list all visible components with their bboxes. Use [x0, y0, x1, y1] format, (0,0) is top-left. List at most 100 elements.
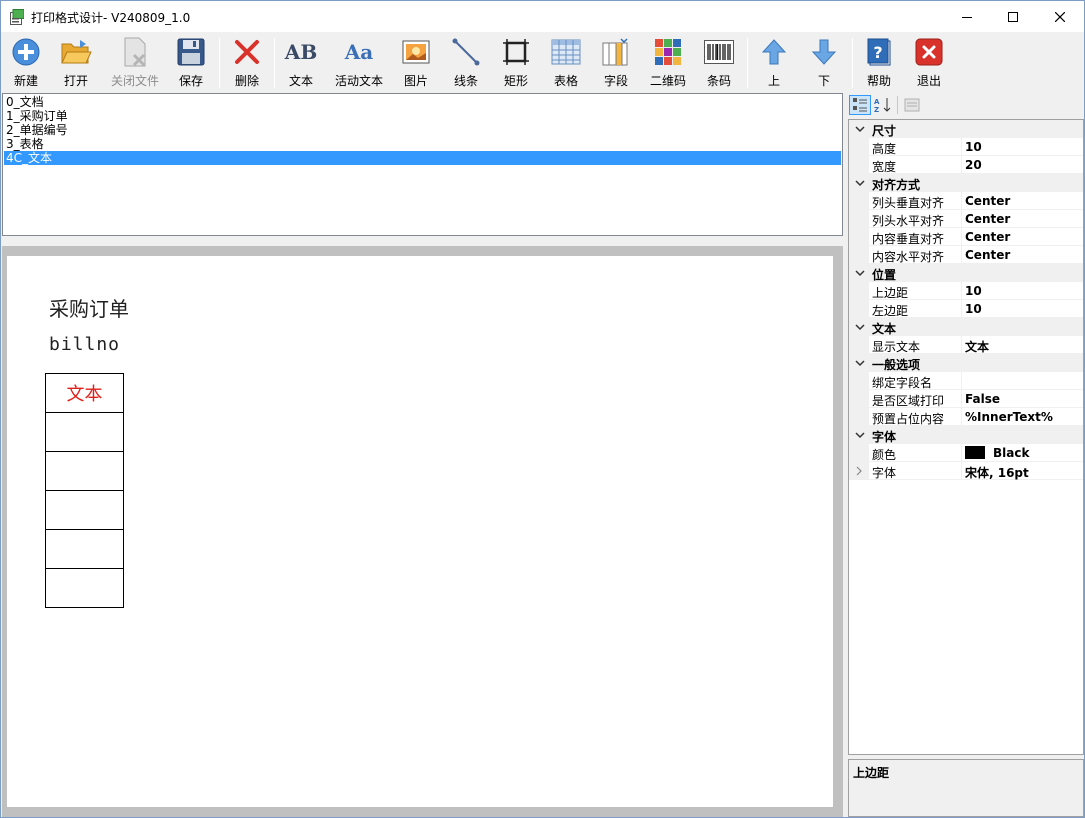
property-category[interactable]: 字体	[849, 426, 1083, 444]
categorized-icon	[853, 98, 867, 112]
property-value-text: Center	[965, 230, 1011, 244]
property-name: 颜色	[872, 448, 897, 462]
layer-list[interactable]: 0_文档 1_采购订单 2_单据编号 3_表格 4C_文本	[2, 93, 843, 236]
property-row[interactable]: 预置占位内容 %InnerText%	[849, 408, 1083, 426]
barcode-icon	[703, 36, 735, 68]
property-category-label: 位置	[872, 268, 897, 282]
property-value[interactable]: Center	[961, 210, 1083, 228]
dynamic-text-button[interactable]: Aa 活动文本	[332, 34, 386, 90]
property-category[interactable]: 位置	[849, 264, 1083, 282]
delete-button[interactable]: 删除	[228, 34, 266, 90]
close-button[interactable]	[1037, 1, 1083, 32]
property-value[interactable]: Black	[961, 444, 1083, 462]
chevron-right-icon[interactable]	[853, 465, 865, 477]
property-value-text: %InnerText%	[965, 410, 1053, 424]
property-row[interactable]: 字体 宋体, 16pt	[849, 462, 1083, 480]
list-item[interactable]: 0_文档	[4, 95, 841, 109]
canvas-title-text[interactable]: 采购订单	[49, 293, 129, 322]
property-row[interactable]: 列头垂直对齐 Center	[849, 192, 1083, 210]
property-value[interactable]: Center	[961, 246, 1083, 264]
property-row[interactable]: 宽度 20	[849, 156, 1083, 174]
text-button[interactable]: AB 文本	[282, 34, 320, 90]
property-value[interactable]: Center	[961, 192, 1083, 210]
chevron-down-icon[interactable]	[854, 123, 866, 135]
image-button[interactable]: 图片	[397, 34, 435, 90]
canvas-table-cell[interactable]	[45, 451, 124, 491]
list-item[interactable]: 2_单据编号	[4, 123, 841, 137]
property-row[interactable]: 内容水平对齐 Center	[849, 246, 1083, 264]
property-value-text: 20	[965, 158, 982, 172]
help-button[interactable]: ? 帮助	[860, 34, 898, 90]
chevron-down-icon[interactable]	[854, 321, 866, 333]
close-file-button[interactable]: 关闭文件	[107, 34, 163, 90]
property-category[interactable]: 文本	[849, 318, 1083, 336]
canvas-table-cell[interactable]	[45, 568, 124, 608]
title-bar: 打印格式设计- V240809_1.0	[1, 1, 1084, 32]
property-row[interactable]: 显示文本 文本	[849, 336, 1083, 354]
new-button[interactable]: 新建	[7, 34, 45, 90]
property-value[interactable]: %InnerText%	[961, 408, 1083, 426]
property-value[interactable]: 20	[961, 156, 1083, 174]
canvas-table[interactable]: 文本	[45, 373, 124, 608]
property-value[interactable]: False	[961, 390, 1083, 408]
property-value[interactable]: 10	[961, 300, 1083, 318]
property-row[interactable]: 绑定字段名	[849, 372, 1083, 390]
chevron-down-icon[interactable]	[854, 267, 866, 279]
field-button[interactable]: 字段	[597, 34, 635, 90]
canvas-table-cell[interactable]	[45, 490, 124, 530]
property-category-label: 一般选项	[872, 358, 921, 372]
rectangle-button[interactable]: 矩形	[497, 34, 535, 90]
property-value[interactable]: 10	[961, 138, 1083, 156]
maximize-button[interactable]	[990, 1, 1036, 32]
open-button[interactable]: 打开	[57, 34, 95, 90]
property-value[interactable]: 宋体, 16pt	[961, 462, 1083, 480]
categorized-view-button[interactable]	[849, 95, 871, 115]
list-item[interactable]: 3_表格	[4, 137, 841, 151]
property-row[interactable]: 左边距 10	[849, 300, 1083, 318]
canvas-table-cell[interactable]	[45, 412, 124, 452]
minimize-button[interactable]	[944, 1, 990, 32]
property-value-text: Center	[965, 248, 1011, 262]
property-value[interactable]	[961, 372, 1083, 390]
list-item[interactable]: 4C_文本	[4, 151, 841, 165]
property-description-pane: 上边距	[848, 759, 1084, 817]
property-grid[interactable]: 尺寸 高度 10 宽度 20 对齐方式 列头垂直对齐 Center 列头水平对齐 Center 内容…	[848, 119, 1084, 755]
line-button[interactable]: 线条	[447, 34, 485, 90]
alphabetical-view-button[interactable]: AZ	[872, 95, 894, 115]
property-name: 字体	[872, 466, 897, 480]
property-value-text: 10	[965, 284, 982, 298]
property-row[interactable]: 内容垂直对齐 Center	[849, 228, 1083, 246]
property-row[interactable]: 高度 10	[849, 138, 1083, 156]
property-value[interactable]: 文本	[961, 336, 1083, 354]
property-value[interactable]: Center	[961, 228, 1083, 246]
design-canvas-area[interactable]: 采购订单 billno 文本	[2, 246, 843, 817]
property-value[interactable]: 10	[961, 282, 1083, 300]
table-button[interactable]: 表格	[547, 34, 585, 90]
canvas-table-header-cell[interactable]: 文本	[45, 373, 124, 413]
new-icon	[10, 36, 42, 68]
save-button[interactable]: 保存	[172, 34, 210, 90]
property-row[interactable]: 上边距 10	[849, 282, 1083, 300]
exit-button[interactable]: 退出	[910, 34, 948, 90]
chevron-down-icon[interactable]	[854, 177, 866, 189]
property-row[interactable]: 颜色 Black	[849, 444, 1083, 462]
property-row[interactable]: 是否区域打印 False	[849, 390, 1083, 408]
list-item[interactable]: 1_采购订单	[4, 109, 841, 123]
qrcode-button[interactable]: 二维码	[645, 34, 691, 90]
property-category[interactable]: 对齐方式	[849, 174, 1083, 192]
property-category[interactable]: 一般选项	[849, 354, 1083, 372]
canvas-billno-text[interactable]: billno	[49, 334, 120, 355]
property-name: 高度	[872, 142, 897, 156]
print-page[interactable]: 采购订单 billno 文本	[7, 256, 833, 807]
canvas-table-cell[interactable]	[45, 529, 124, 569]
barcode-button[interactable]: 条码	[700, 34, 738, 90]
property-category[interactable]: 尺寸	[849, 120, 1083, 138]
property-row[interactable]: 列头水平对齐 Center	[849, 210, 1083, 228]
move-up-button[interactable]: 上	[755, 34, 793, 90]
chevron-down-icon[interactable]	[854, 429, 866, 441]
svg-text:A: A	[874, 98, 880, 106]
move-down-button[interactable]: 下	[805, 34, 843, 90]
property-pages-button[interactable]	[901, 95, 923, 115]
chevron-down-icon[interactable]	[854, 357, 866, 369]
property-row-gutter	[849, 282, 869, 300]
